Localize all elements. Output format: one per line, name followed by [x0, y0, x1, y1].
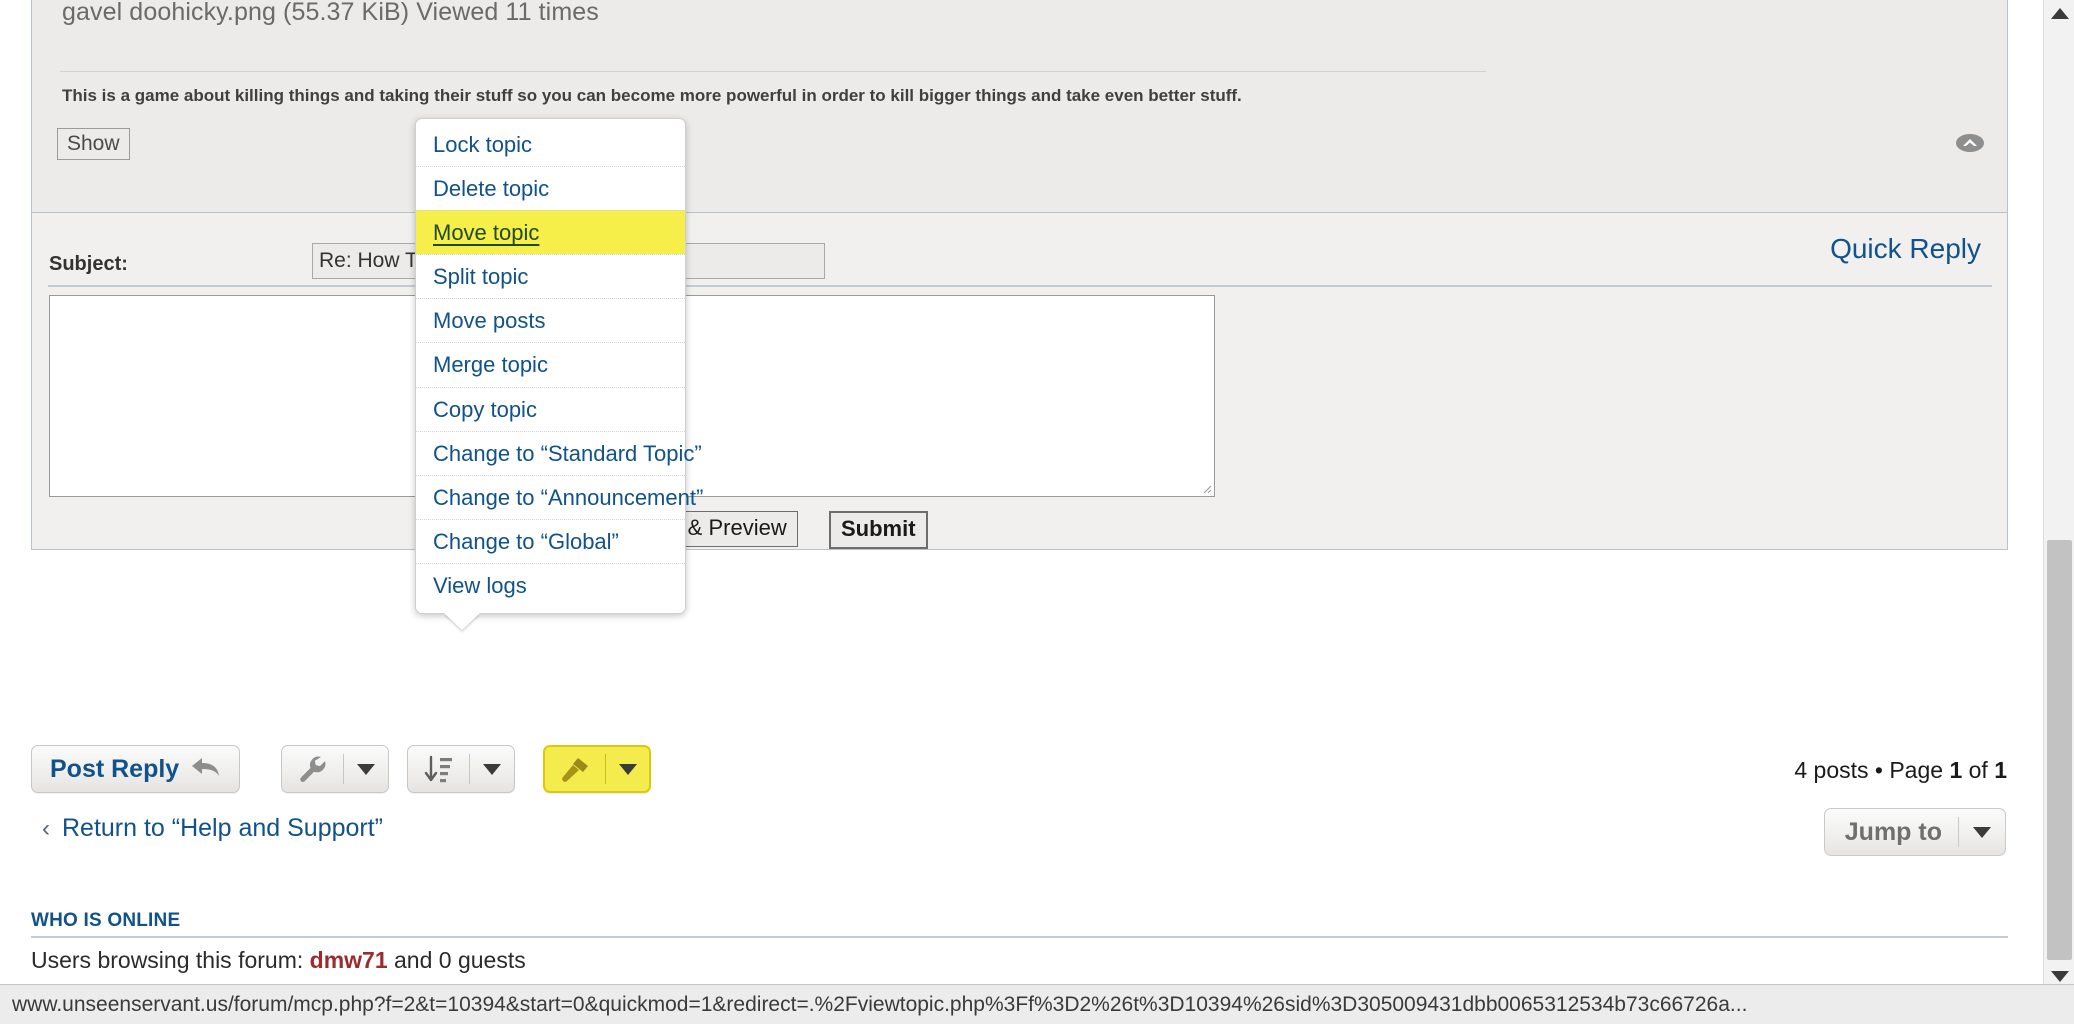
menu-item-view-logs[interactable]: View logs	[416, 562, 685, 607]
posts-count-prefix: 4 posts • Page	[1794, 757, 1950, 783]
post-reply-label: Post Reply	[50, 754, 180, 783]
jump-to-label: Jump to	[1844, 817, 1942, 846]
post-body-text: This is a game about killing things and …	[62, 86, 1242, 105]
who-is-online-rule	[31, 936, 2008, 938]
tools-split-button[interactable]	[281, 745, 389, 793]
chevron-left-icon: ‹	[42, 814, 50, 842]
menu-item-merge-topic[interactable]: Merge topic	[416, 342, 685, 386]
chevron-down-icon	[618, 763, 637, 775]
forum-page: gavel doohicky.png (55.37 KiB) Viewed 11…	[0, 0, 2043, 1024]
post-block: gavel doohicky.png (55.37 KiB) Viewed 11…	[31, 0, 2008, 220]
quick-reply-rule	[48, 285, 1992, 287]
jump-to-button[interactable]: Jump to	[1823, 808, 2006, 856]
status-bar-url: www.unseenservant.us/forum/mcp.php?f=2&t…	[12, 992, 1748, 1016]
post-count-pagination: 4 posts • Page 1 of 1	[1794, 757, 2007, 784]
topic-action-bar: Post Reply 4 posts • Page 1 of 1	[0, 745, 2043, 801]
sort-split-button[interactable]	[407, 745, 515, 793]
browsing-suffix: and 0 guests	[387, 947, 526, 973]
moderate-dropdown-arrow[interactable]	[606, 747, 649, 791]
menu-item-change-standard[interactable]: Change to “Standard Topic”	[416, 430, 702, 475]
wrench-icon[interactable]	[282, 746, 343, 792]
sort-dropdown-arrow[interactable]	[470, 746, 514, 792]
chevron-down-icon	[483, 763, 502, 775]
total-pages: 1	[1994, 757, 2007, 783]
resize-grip-icon	[1203, 485, 1212, 494]
browsing-prefix: Users browsing this forum:	[31, 947, 310, 973]
menu-item-change-global[interactable]: Change to “Global”	[416, 518, 685, 563]
scrollbar-thumb[interactable]	[2047, 540, 2072, 960]
chevron-up-circle-icon[interactable]	[1955, 132, 1985, 154]
who-is-online-heading: WHO IS ONLINE	[31, 910, 181, 931]
jump-to-dropdown-arrow[interactable]	[1959, 826, 2005, 838]
reply-arrow-icon	[189, 753, 223, 786]
menu-item-move-topic[interactable]: Move topic	[416, 210, 685, 255]
dropdown-pointer-tail	[444, 613, 480, 631]
menu-item-split-topic[interactable]: Split topic	[416, 254, 685, 298]
browser-viewport: gavel doohicky.png (55.37 KiB) Viewed 11…	[0, 0, 2074, 1024]
quick-reply-title: Quick Reply	[1830, 233, 1981, 264]
post-reply-button[interactable]: Post Reply	[31, 745, 241, 793]
online-username[interactable]: dmw71	[310, 947, 388, 973]
gavel-icon[interactable]	[545, 747, 605, 791]
current-page: 1	[1949, 757, 1963, 783]
posts-count-mid: of	[1962, 757, 1995, 783]
moderation-dropdown-menu: Lock topic Delete topic Move topic Split…	[415, 118, 703, 631]
triangle-down-icon[interactable]	[2051, 971, 2069, 982]
post-divider	[60, 71, 1486, 72]
browser-status-bar: www.unseenservant.us/forum/mcp.php?f=2&t…	[0, 984, 2074, 1024]
subject-label: Subject:	[49, 253, 128, 275]
menu-item-copy-topic[interactable]: Copy topic	[416, 386, 685, 431]
menu-item-change-announcement[interactable]: Change to “Announcement”	[416, 474, 703, 519]
submit-button[interactable]: Submit	[829, 511, 928, 549]
menu-item-move-posts[interactable]: Move posts	[416, 298, 685, 342]
tools-dropdown-arrow[interactable]	[344, 746, 388, 792]
menu-item-delete-topic[interactable]: Delete topic	[416, 166, 685, 210]
sort-descending-icon[interactable]	[408, 746, 469, 792]
quick-reply-panel: Quick Reply Subject: Re: How To itor & P…	[31, 212, 2008, 550]
menu-item-lock-topic[interactable]: Lock topic	[416, 123, 685, 166]
chevron-down-icon	[1973, 826, 1991, 838]
who-is-online-text: Users browsing this forum: dmw71 and 0 g…	[31, 947, 526, 974]
footer-nav-row: ‹ Return to “Help and Support” Jump to	[0, 808, 2043, 868]
moderate-split-button[interactable]	[543, 745, 651, 793]
show-spoiler-button[interactable]: Show	[57, 128, 130, 160]
browser-scrollbar[interactable]	[2043, 0, 2074, 990]
return-to-forum-label: Return to “Help and Support”	[62, 814, 384, 842]
chevron-down-icon	[357, 763, 376, 775]
attachment-info: gavel doohicky.png (55.37 KiB) Viewed 11…	[62, 0, 599, 26]
triangle-up-icon[interactable]	[2051, 8, 2069, 19]
return-to-forum-link[interactable]: ‹ Return to “Help and Support”	[42, 814, 383, 843]
